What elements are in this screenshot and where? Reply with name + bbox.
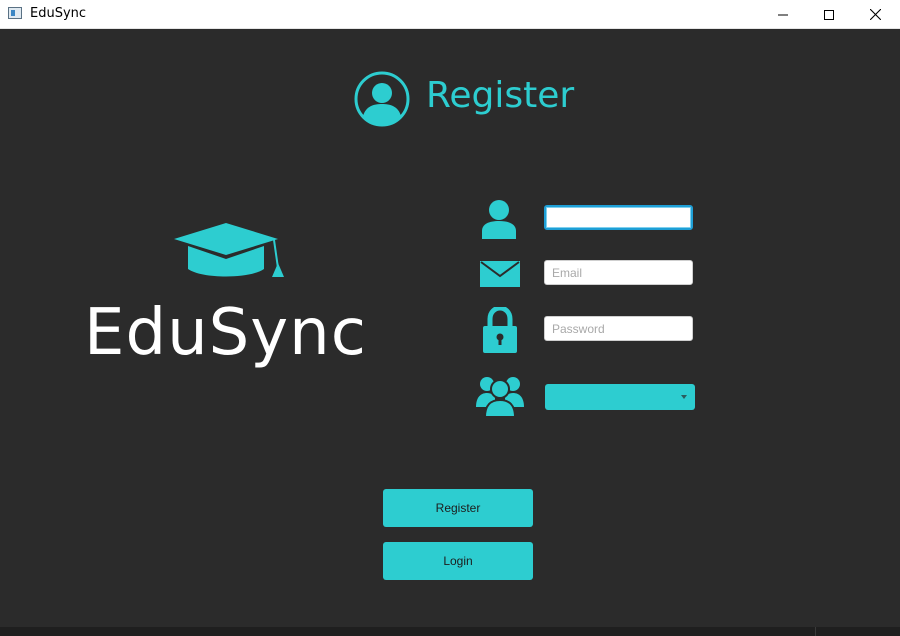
graduation-cap-icon [174,223,284,277]
role-dropdown[interactable] [545,384,695,410]
close-button[interactable] [852,0,898,29]
register-button[interactable]: Register [383,489,533,527]
register-panel: Register EduSync Regis [0,29,900,627]
users-group-icon [476,377,524,417]
window-title: EduSync [30,6,87,21]
envelope-icon [480,261,520,287]
bottom-border [0,627,900,636]
user-icon [482,200,516,239]
maximize-button[interactable] [806,0,852,29]
lock-icon [483,307,517,353]
email-field[interactable] [544,260,693,285]
page-title: Register [426,75,575,116]
login-button[interactable]: Login [383,542,533,580]
register-button-label: Register [435,501,481,515]
app-window-icon [8,7,22,19]
chevron-down-icon [681,395,687,399]
close-icon [869,9,881,20]
minimize-icon [778,14,788,15]
title-bar: EduSync [0,0,900,29]
minimize-button[interactable] [760,0,806,29]
username-field[interactable] [544,205,693,230]
password-field[interactable] [544,316,693,341]
login-button-label: Login [443,554,473,568]
brand-logo-text: EduSync [84,296,367,370]
maximize-icon [824,9,834,20]
user-circle-icon [354,71,410,127]
